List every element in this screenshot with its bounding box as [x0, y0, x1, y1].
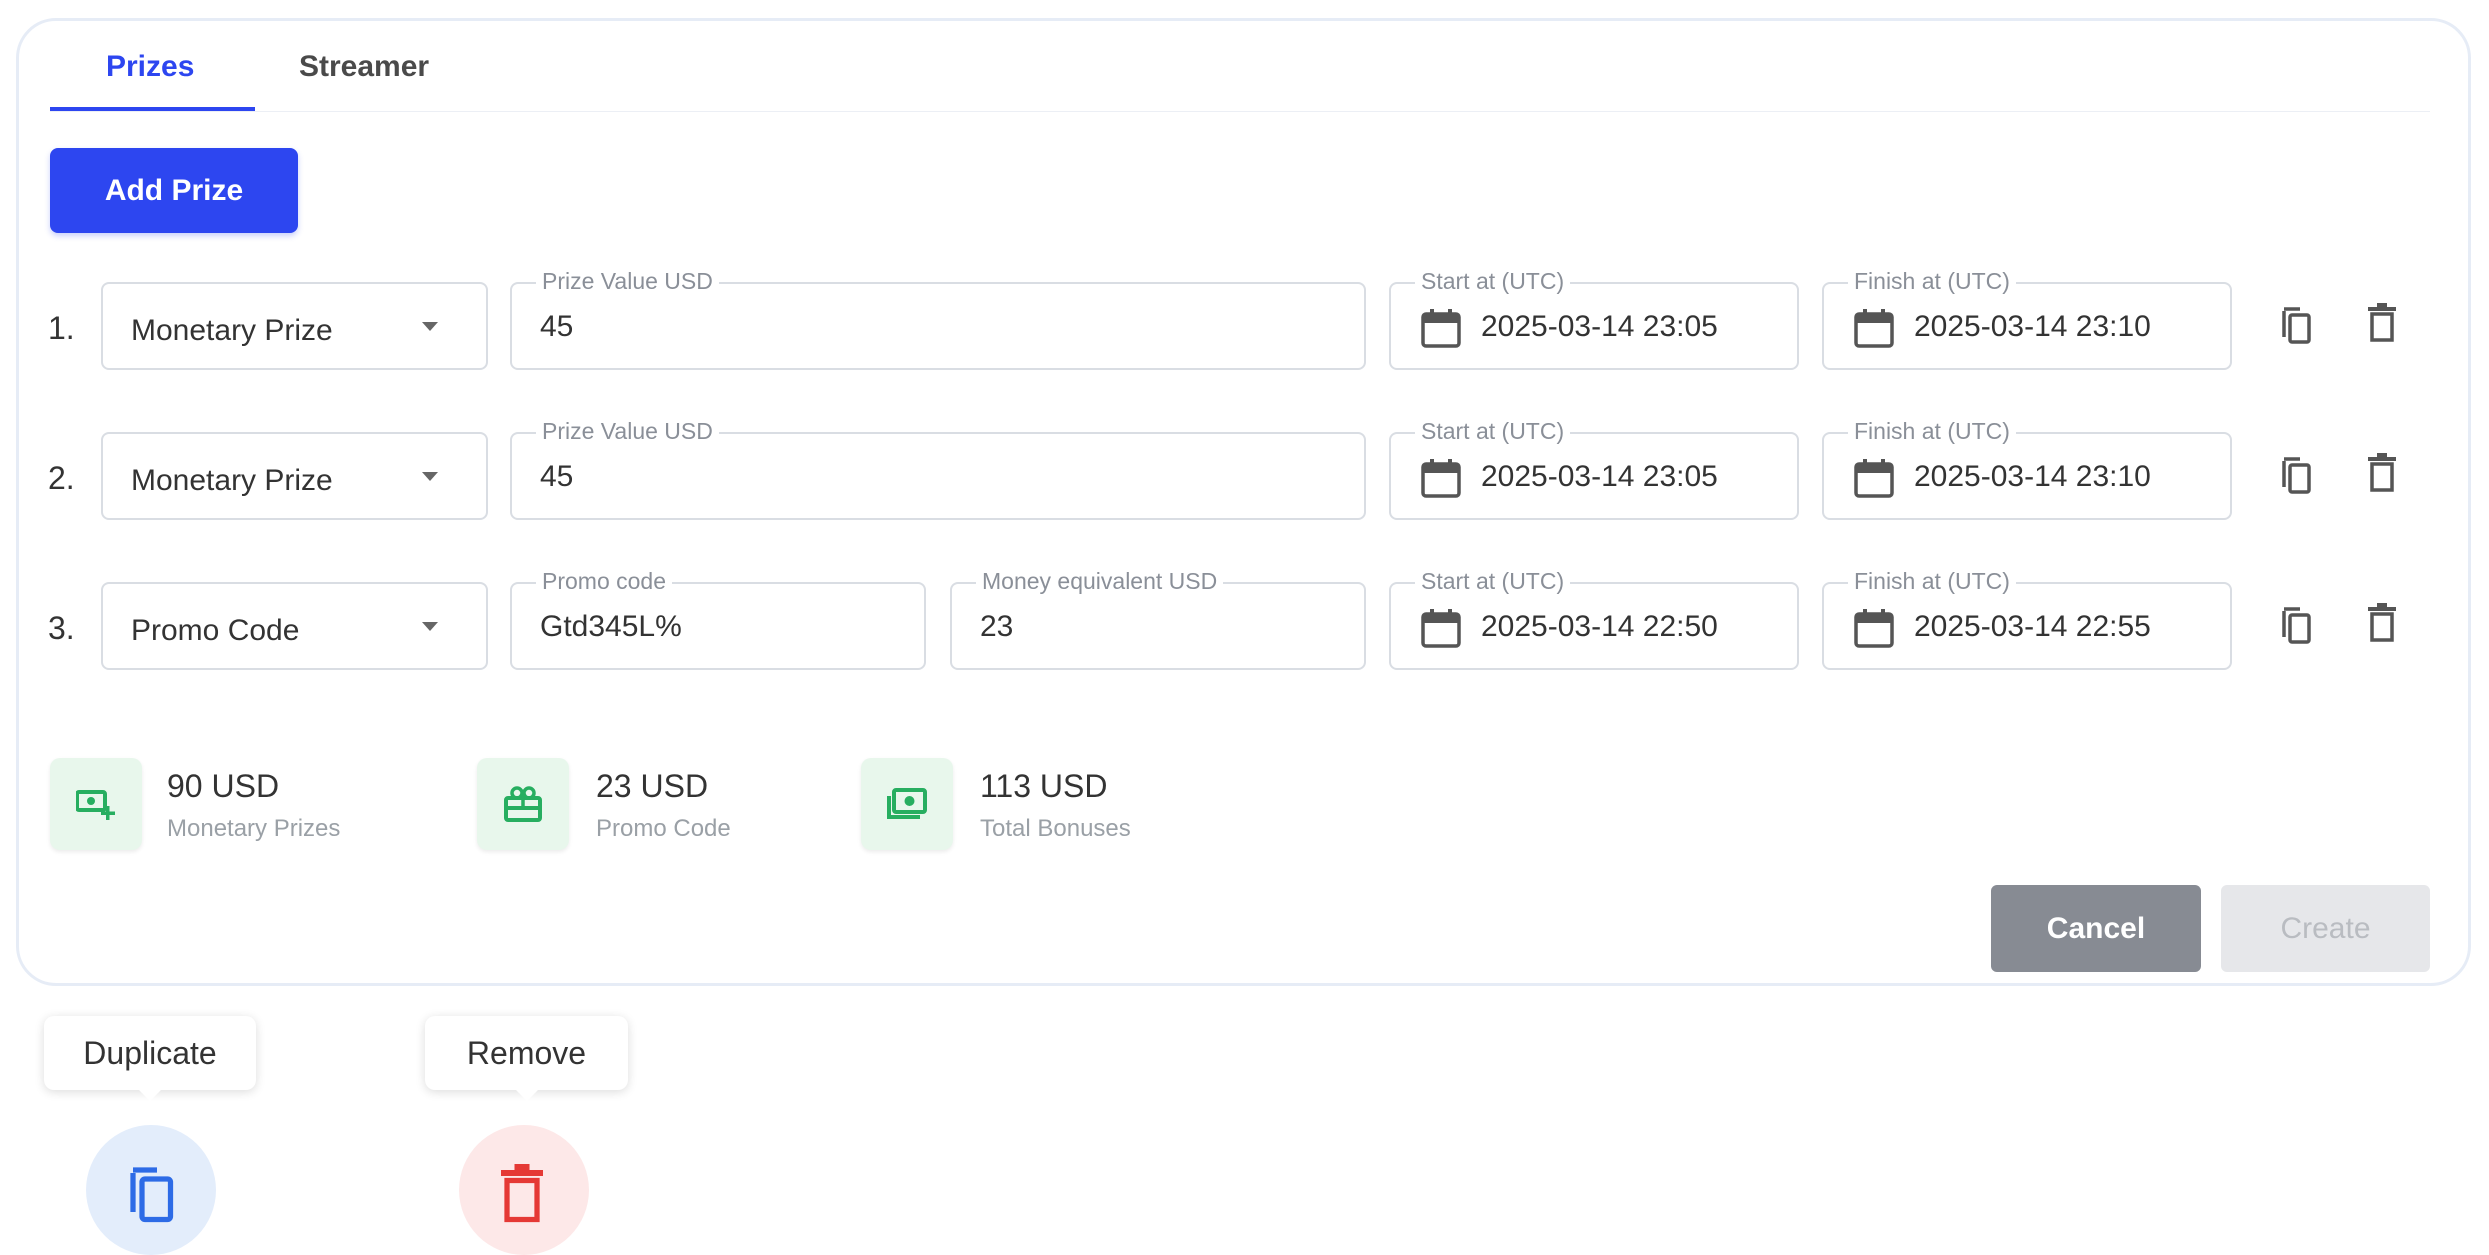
- row-number: 2.: [48, 460, 75, 496]
- calendar-icon: [1854, 609, 1894, 648]
- field-label: Prize Value USD: [536, 268, 719, 295]
- start-date-field[interactable]: Start at (UTC) 2025-03-14 23:05: [1389, 418, 1799, 520]
- field-label: Finish at (UTC): [1848, 268, 2016, 295]
- prize-type-value: Promo Code: [131, 614, 300, 647]
- finish-date-field[interactable]: Finish at (UTC) 2025-03-14 22:55: [1822, 568, 2232, 670]
- date-value: 2025-03-14 22:50: [1481, 610, 1718, 643]
- trash-icon[interactable]: [2367, 603, 2397, 643]
- finish-date-field[interactable]: Finish at (UTC) 2025-03-14 23:10: [1822, 418, 2232, 520]
- calendar-icon: [1421, 309, 1461, 348]
- prize-type-select[interactable]: Monetary Prize: [101, 432, 488, 520]
- calendar-icon: [1854, 459, 1894, 498]
- field-label: Prize Value USD: [536, 418, 719, 445]
- duplicate-icon[interactable]: [2280, 305, 2312, 345]
- date-value: 2025-03-14 23:10: [1914, 310, 2151, 343]
- field-label: Money equivalent USD: [976, 568, 1224, 595]
- prize-value-field[interactable]: Prize Value USD 45: [510, 418, 1366, 520]
- cancel-button[interactable]: Cancel: [1991, 885, 2201, 972]
- field-label: Start at (UTC): [1415, 568, 1571, 595]
- prize-type-value: Monetary Prize: [131, 464, 333, 497]
- start-date-field[interactable]: Start at (UTC) 2025-03-14 23:05: [1389, 268, 1799, 370]
- chevron-down-icon: [422, 322, 438, 331]
- finish-date-field[interactable]: Finish at (UTC) 2025-03-14 23:10: [1822, 268, 2232, 370]
- tab-prizes[interactable]: Prizes: [106, 50, 194, 84]
- tab-divider: [50, 111, 2430, 112]
- field-value: Gtd345L%: [540, 610, 682, 643]
- field-value: 45: [540, 460, 574, 493]
- money-bill-icon: [861, 758, 953, 850]
- summary-monetary-label: Monetary Prizes: [167, 815, 341, 842]
- calendar-icon: [1421, 459, 1461, 498]
- create-button[interactable]: Create: [2221, 885, 2430, 972]
- calendar-icon: [1854, 309, 1894, 348]
- money-equivalent-field[interactable]: Money equivalent USD 23: [950, 568, 1366, 670]
- prize-type-value: Monetary Prize: [131, 314, 333, 347]
- field-label: Start at (UTC): [1415, 418, 1571, 445]
- chevron-down-icon: [422, 472, 438, 481]
- field-label: Promo code: [536, 568, 673, 595]
- remove-button-hover[interactable]: [459, 1125, 589, 1255]
- field-label: Finish at (UTC): [1848, 418, 2016, 445]
- date-value: 2025-03-14 23:05: [1481, 460, 1718, 493]
- field-value: 45: [540, 310, 574, 343]
- date-value: 2025-03-14 23:05: [1481, 310, 1718, 343]
- duplicate-icon: [130, 1167, 174, 1223]
- trash-icon[interactable]: [2367, 303, 2397, 343]
- trash-icon[interactable]: [2367, 453, 2397, 493]
- promo-code-field[interactable]: Promo code Gtd345L%: [510, 568, 926, 670]
- calendar-icon: [1421, 609, 1461, 648]
- summary-total-label: Total Bonuses: [980, 815, 1131, 842]
- chevron-down-icon: [422, 622, 438, 631]
- summary-monetary-value: 90 USD: [167, 768, 280, 804]
- duplicate-tooltip: Duplicate: [44, 1016, 256, 1101]
- date-value: 2025-03-14 22:55: [1914, 610, 2151, 643]
- add-prize-button[interactable]: Add Prize: [50, 148, 298, 233]
- start-date-field[interactable]: Start at (UTC) 2025-03-14 22:50: [1389, 568, 1799, 670]
- tab-streamer[interactable]: Streamer: [299, 50, 429, 84]
- active-tab-indicator: [50, 107, 255, 111]
- field-value: 23: [980, 610, 1014, 643]
- row-number: 3.: [48, 610, 75, 646]
- date-value: 2025-03-14 23:10: [1914, 460, 2151, 493]
- gift-icon: [477, 758, 569, 850]
- duplicate-icon[interactable]: [2280, 605, 2312, 645]
- prize-value-field[interactable]: Prize Value USD 45: [510, 268, 1366, 370]
- field-label: Start at (UTC): [1415, 268, 1571, 295]
- field-label: Finish at (UTC): [1848, 568, 2016, 595]
- summary-promo-label: Promo Code: [596, 815, 731, 842]
- remove-tooltip: Remove: [425, 1016, 628, 1101]
- duplicate-button-hover[interactable]: [86, 1125, 216, 1255]
- summary-total-value: 113 USD: [980, 768, 1108, 804]
- duplicate-icon[interactable]: [2280, 455, 2312, 495]
- prize-type-select[interactable]: Monetary Prize: [101, 282, 488, 370]
- cash-plus-icon: [50, 758, 142, 850]
- row-number: 1.: [48, 310, 75, 346]
- summary-promo-value: 23 USD: [596, 768, 709, 804]
- trash-icon: [501, 1164, 543, 1223]
- prize-type-select[interactable]: Promo Code: [101, 582, 488, 670]
